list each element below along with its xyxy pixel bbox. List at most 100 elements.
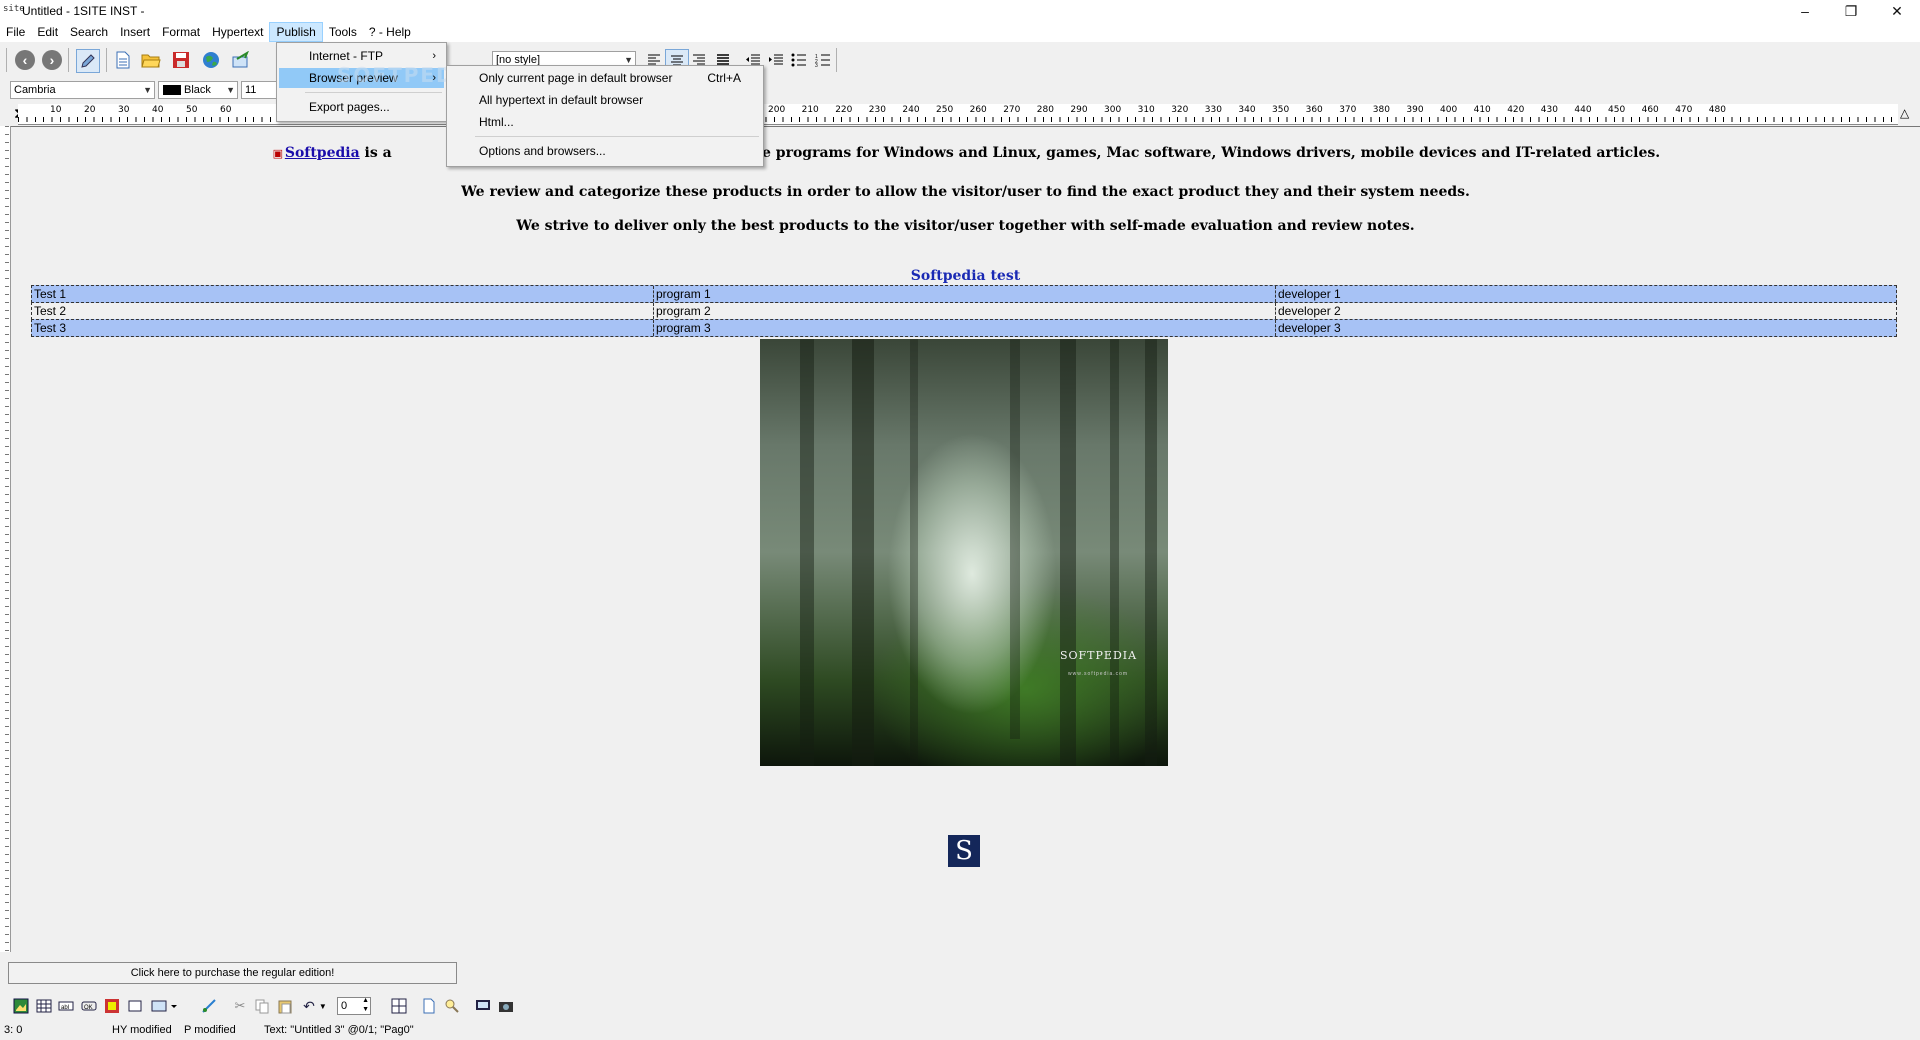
ruler-label: 400 <box>1440 105 1458 115</box>
purchase-button[interactable]: Click here to purchase the regular editi… <box>8 962 457 984</box>
menu-item-shortcut: Ctrl+A <box>707 71 741 85</box>
undo-icon[interactable]: ↶ ▼ <box>300 997 330 1015</box>
publish-icon[interactable] <box>230 49 252 71</box>
ruler-label: 250 <box>936 105 954 115</box>
bullet-list-icon[interactable] <box>788 49 810 71</box>
ruler-label: 350 <box>1272 105 1290 115</box>
menu-item-export-pages[interactable]: Export pages... <box>279 97 444 117</box>
menu-search[interactable]: Search <box>64 22 114 42</box>
table-cell[interactable]: program 2 <box>653 303 1276 319</box>
menu-item-label: Html... <box>479 115 514 129</box>
app-icon: site <box>3 4 25 14</box>
margin-marker-icon[interactable]: △ <box>1900 106 1909 120</box>
insert-image-icon[interactable] <box>12 997 30 1015</box>
ruler-label: 20 <box>84 105 96 115</box>
font-select-value: Cambria <box>14 84 56 96</box>
table-cell[interactable]: developer 1 <box>1275 286 1896 302</box>
publish-site-icon[interactable] <box>497 997 515 1015</box>
table-row[interactable]: Test 3 program 3 developer 3 <box>31 319 1897 337</box>
menu-hypertext[interactable]: Hypertext <box>206 22 269 42</box>
image-brand-text: SOFTPEDIA <box>1060 649 1138 662</box>
menu-item-options-browsers[interactable]: Options and browsers... <box>449 141 761 161</box>
ruler-label: 260 <box>969 105 987 115</box>
menu-edit[interactable]: Edit <box>31 22 64 42</box>
table-row[interactable]: Test 2 program 2 developer 2 <box>31 302 1897 320</box>
menu-insert[interactable]: Insert <box>114 22 156 42</box>
menu-item-current-page-preview[interactable]: Only current page in default browser Ctr… <box>449 68 761 88</box>
insert-frame-icon[interactable] <box>126 997 144 1015</box>
insert-table-icon[interactable] <box>35 997 53 1015</box>
forest-image[interactable]: SOFTPEDIA www.softpedia.com <box>760 339 1168 766</box>
ruler-label: 210 <box>801 105 819 115</box>
table-cell[interactable]: developer 3 <box>1275 320 1896 336</box>
toolbar-grip <box>6 48 7 72</box>
minimize-button[interactable]: – <box>1782 0 1828 22</box>
softpedia-link[interactable]: Softpedia <box>285 145 360 161</box>
ruler-label: 220 <box>835 105 853 115</box>
forward-icon[interactable]: › <box>41 49 63 71</box>
menu-item-all-hypertext-preview[interactable]: All hypertext in default browser <box>449 90 761 110</box>
maximize-button[interactable]: ❐ <box>1828 0 1874 22</box>
globe-icon[interactable] <box>200 49 222 71</box>
grid-view-icon[interactable] <box>390 997 408 1015</box>
close-button[interactable]: ✕ <box>1874 0 1920 22</box>
ruler-label: 430 <box>1540 105 1558 115</box>
menu-tools[interactable]: Tools <box>323 22 363 42</box>
undo-steps-spinner[interactable]: 0 ▲ ▼ <box>337 997 371 1015</box>
ruler-label: 200 <box>768 105 786 115</box>
menu-file[interactable]: File <box>0 22 31 42</box>
copy-icon[interactable] <box>253 997 271 1015</box>
link-icon[interactable] <box>200 997 218 1015</box>
publish-menu: Internet - FTP › Browser preview › Expor… <box>276 42 480 122</box>
open-folder-icon[interactable] <box>140 49 162 71</box>
ruler-label: 240 <box>902 105 920 115</box>
paragraph-1: ▣ Softpedia is a oftware programs for Wind… <box>11 145 1920 161</box>
font-select[interactable]: Cambria ▼ <box>10 81 155 99</box>
insert-button-icon[interactable]: OK <box>80 997 98 1015</box>
table-cell[interactable]: Test 2 <box>32 303 654 319</box>
edit-icon[interactable] <box>76 49 100 73</box>
new-page-icon[interactable] <box>112 49 134 71</box>
paste-icon[interactable] <box>276 997 294 1015</box>
paragraph-1-rest: oftware programs for Windows and Linux, … <box>711 145 1661 161</box>
status-hy-modified: HY modified <box>112 1024 172 1036</box>
back-icon[interactable]: ‹ <box>14 49 36 71</box>
menu-publish[interactable]: Publish <box>269 22 323 42</box>
table-cell[interactable]: developer 2 <box>1275 303 1896 319</box>
ruler-label: 10 <box>50 105 62 115</box>
search-icon[interactable] <box>443 997 461 1015</box>
ruler-label: 330 <box>1204 105 1222 115</box>
insert-text-field-icon[interactable]: abl <box>57 997 75 1015</box>
ruler-label: 470 <box>1675 105 1693 115</box>
indent-icon[interactable] <box>765 49 787 71</box>
size-select[interactable]: 11 <box>241 81 281 99</box>
table-cell[interactable]: Test 1 <box>32 286 654 302</box>
softpedia-logo: S <box>948 835 980 867</box>
table-cell[interactable]: program 3 <box>653 320 1276 336</box>
table-row[interactable]: Test 1 program 1 developer 1 <box>31 285 1897 303</box>
size-select-value: 11 <box>245 84 257 96</box>
numbered-list-icon[interactable]: 123 <box>812 49 834 71</box>
ruler-label: 290 <box>1070 105 1088 115</box>
svg-text:3: 3 <box>815 63 818 67</box>
page-properties-icon[interactable] <box>420 997 438 1015</box>
status-text-info: Text: "Untitled 3" @0/1; "Pag0" <box>264 1024 414 1036</box>
table-cell[interactable]: program 1 <box>653 286 1276 302</box>
color-select[interactable]: Black ▼ <box>158 81 238 99</box>
insert-form-dropdown-icon[interactable] <box>150 997 180 1015</box>
data-table[interactable]: Test 1 program 1 developer 1 Test 2 prog… <box>31 285 1897 337</box>
table-cell[interactable]: Test 3 <box>32 320 654 336</box>
save-icon[interactable] <box>170 49 192 71</box>
menu-item-label: Export pages... <box>309 100 390 114</box>
cut-icon[interactable]: ✂ <box>231 997 249 1015</box>
toolbar-separator <box>68 48 69 72</box>
insert-media-icon[interactable] <box>103 997 121 1015</box>
menu-help[interactable]: ? - Help <box>363 22 417 42</box>
spinner-value: 0 <box>341 1000 348 1012</box>
table-title: Softpedia test <box>910 268 1021 284</box>
ruler-label: 320 <box>1171 105 1189 115</box>
menu-item-html[interactable]: Html... <box>449 112 761 132</box>
menu-format[interactable]: Format <box>156 22 206 42</box>
ruler-label: 450 <box>1608 105 1626 115</box>
preview-icon[interactable] <box>474 997 492 1015</box>
